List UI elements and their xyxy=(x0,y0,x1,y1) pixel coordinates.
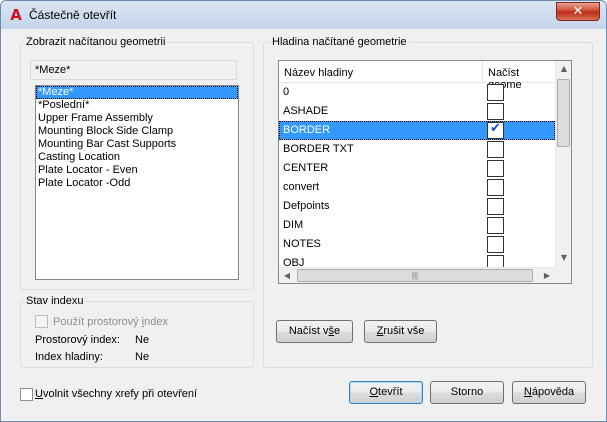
scrollbar-corner xyxy=(555,267,571,283)
layers-table[interactable]: Název hladiny Načíst geome 0 ASHADE BORDER… xyxy=(278,60,572,284)
load-all-button[interactable]: Načíst vše xyxy=(276,320,353,343)
open-button[interactable]: Otevřít xyxy=(349,381,423,404)
layer-name: CENTER xyxy=(283,162,329,174)
column-layer-name[interactable]: Název hladiny xyxy=(284,67,353,79)
layer-geometry-group-label: Hladina načítané geometrie xyxy=(270,36,409,48)
load-geometry-checkbox[interactable] xyxy=(487,84,504,101)
view-list-item[interactable]: *Meze* xyxy=(36,86,238,99)
layer-row[interactable]: Defpoints xyxy=(279,197,555,216)
layers-vertical-scrollbar[interactable]: ▲ ▼ xyxy=(555,61,571,267)
cancel-button[interactable]: Storno xyxy=(430,381,504,404)
title-bar: A Částečně otevřít ✕ xyxy=(1,1,606,29)
layer-name: BORDER xyxy=(283,124,331,136)
use-spatial-index-label: Použít prostorový index xyxy=(53,316,168,328)
layers-table-header: Název hladiny Načíst geome xyxy=(279,61,555,91)
layer-row[interactable]: BORDER ✔ xyxy=(279,121,555,140)
layer-name: DIM xyxy=(283,219,304,231)
layer-row[interactable]: CENTER xyxy=(279,159,555,178)
current-view-field: *Meze* xyxy=(30,60,237,80)
views-listbox[interactable]: *Meze* *Poslední* Upper Frame Assembly Moun… xyxy=(35,85,239,280)
autocad-logo-icon: A xyxy=(10,6,22,24)
layer-row[interactable]: BORDER TXT xyxy=(279,140,555,159)
help-button[interactable]: Nápověda xyxy=(512,381,586,404)
partial-open-dialog: A Částečně otevřít ✕ Zobrazit načítanou … xyxy=(0,0,607,422)
view-geometry-group-label: Zobrazit načítanou geometrii xyxy=(24,36,168,48)
scroll-up-icon[interactable]: ▲ xyxy=(556,64,571,73)
use-spatial-index-checkbox[interactable] xyxy=(35,315,48,328)
layer-row[interactable]: ASHADE xyxy=(279,102,555,121)
spatial-index-value: Ne xyxy=(135,334,150,346)
layer-name: ASHADE xyxy=(283,105,329,117)
scroll-left-icon[interactable]: ◀ xyxy=(281,271,293,280)
view-list-item[interactable]: Plate Locator -Odd xyxy=(36,177,238,190)
view-list-item[interactable]: *Poslední* xyxy=(36,99,238,112)
layers-horizontal-scrollbar[interactable]: ◀ ||| ▶ xyxy=(279,267,555,283)
layer-row[interactable]: convert xyxy=(279,178,555,197)
clear-all-button[interactable]: Zrušit vše xyxy=(364,320,437,343)
view-list-item[interactable]: Upper Frame Assembly xyxy=(36,112,238,125)
view-list-item[interactable]: Mounting Block Side Clamp xyxy=(36,125,238,138)
close-button[interactable]: ✕ xyxy=(556,2,600,21)
view-list-item[interactable]: Mounting Bar Cast Supports xyxy=(36,138,238,151)
vertical-scroll-thumb[interactable] xyxy=(557,79,570,147)
view-list-item[interactable]: Casting Location xyxy=(36,151,238,164)
layer-name: Defpoints xyxy=(283,200,330,212)
layer-name: convert xyxy=(283,181,320,193)
layer-row[interactable]: 0 xyxy=(279,83,555,102)
scroll-right-icon[interactable]: ▶ xyxy=(541,271,553,280)
unload-xrefs-label: Uvolnit všechny xrefy při otevření xyxy=(35,388,198,400)
load-geometry-checkbox[interactable] xyxy=(487,236,504,253)
load-geometry-checkbox[interactable] xyxy=(487,198,504,215)
view-list-item[interactable]: Plate Locator - Even xyxy=(36,164,238,177)
layer-index-value: Ne xyxy=(135,351,150,363)
layer-name: BORDER TXT xyxy=(283,143,354,155)
unload-xrefs-checkbox[interactable] xyxy=(20,388,33,401)
load-geometry-checkbox[interactable] xyxy=(487,179,504,196)
index-status-group-label: Stav indexu xyxy=(24,295,86,307)
load-geometry-checkbox[interactable] xyxy=(487,160,504,177)
load-geometry-checkbox[interactable] xyxy=(487,217,504,234)
layer-name: 0 xyxy=(283,86,290,98)
layer-row[interactable]: DIM xyxy=(279,216,555,235)
spatial-index-label: Prostorový index: xyxy=(35,334,120,346)
load-geometry-checkbox[interactable] xyxy=(487,103,504,120)
layer-name: NOTES xyxy=(283,238,321,250)
layer-index-label: Index hladiny: xyxy=(35,351,103,363)
scroll-down-icon[interactable]: ▼ xyxy=(556,253,571,262)
layer-row[interactable]: NOTES xyxy=(279,235,555,254)
window-title: Částečně otevřít xyxy=(29,8,117,22)
checkmark-icon: ✔ xyxy=(490,121,501,136)
horizontal-scroll-thumb[interactable]: ||| xyxy=(297,269,533,282)
load-geometry-checkbox[interactable] xyxy=(487,141,504,158)
dialog-body: Zobrazit načítanou geometrii *Meze* *Mez… xyxy=(8,30,599,416)
load-geometry-checkbox[interactable]: ✔ xyxy=(487,121,504,139)
